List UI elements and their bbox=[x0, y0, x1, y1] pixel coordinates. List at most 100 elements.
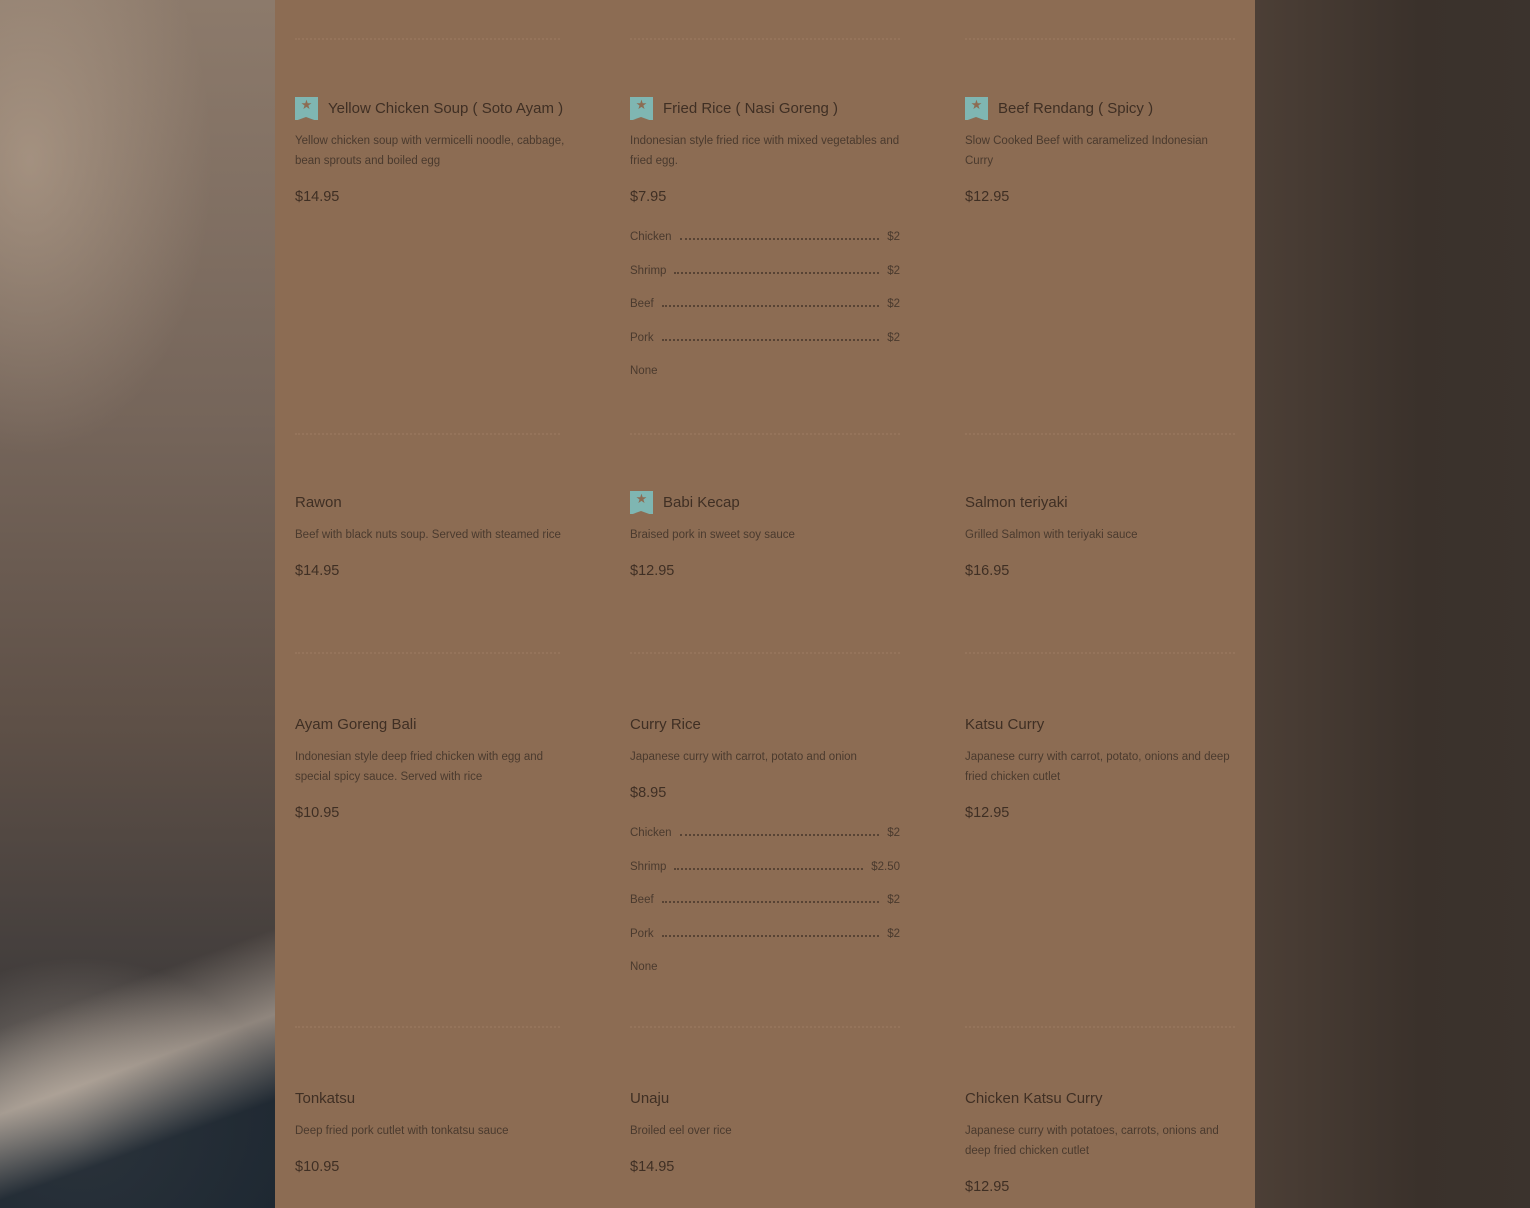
menu-item-name: Beef Rendang ( Spicy ) bbox=[998, 99, 1154, 117]
row-divider bbox=[630, 433, 900, 435]
option-row[interactable]: Chicken $2 bbox=[630, 231, 900, 265]
option-label: Shrimp bbox=[630, 264, 667, 277]
option-price: $2 bbox=[887, 827, 900, 839]
menu-item-header: ★ Fried Rice ( Nasi Goreng ) bbox=[630, 96, 900, 121]
option-leader-dots bbox=[661, 338, 880, 341]
background-left bbox=[0, 0, 275, 1208]
menu-item-name: Salmon teriyaki bbox=[965, 493, 1068, 511]
menu-item[interactable]: ★ Fried Rice ( Nasi Goreng ) Indonesian st… bbox=[630, 96, 900, 399]
option-row[interactable]: Pork $2 bbox=[630, 928, 900, 962]
option-label: None bbox=[630, 365, 658, 377]
option-row[interactable]: None bbox=[630, 961, 900, 995]
menu-item-name: Katsu Curry bbox=[965, 715, 1045, 733]
menu-item-price: $8.95 bbox=[630, 785, 667, 801]
row-divider bbox=[965, 38, 1235, 40]
menu-item-price: $7.95 bbox=[630, 189, 667, 205]
option-row[interactable]: Pork $2 bbox=[630, 332, 900, 366]
menu-item-price: $16.95 bbox=[965, 563, 1010, 579]
menu-item-header: Katsu Curry bbox=[965, 712, 1235, 736]
option-label: Chicken bbox=[630, 231, 672, 243]
option-label: Pork bbox=[630, 331, 654, 344]
row-divider bbox=[630, 38, 900, 40]
menu-item-description: Slow Cooked Beef with caramelized Indone… bbox=[965, 135, 1208, 167]
menu-item[interactable]: Rawon Beef with black nuts soup. Served w… bbox=[295, 490, 565, 580]
row-divider bbox=[630, 1026, 900, 1028]
option-row[interactable]: Shrimp $2 bbox=[630, 265, 900, 299]
option-label: Pork bbox=[630, 927, 654, 940]
menu-item-header: Unaju bbox=[630, 1086, 900, 1110]
featured-star-icon: ★ bbox=[295, 96, 318, 121]
menu-item-description: Indonesian style deep fried chicken with… bbox=[295, 751, 544, 783]
option-leader-dots bbox=[661, 305, 880, 307]
option-label: None bbox=[630, 961, 658, 973]
menu-item-options: Chicken $2 Shrimp $2.50 Beef $2 Pork $2 None bbox=[630, 827, 900, 995]
option-price: $2 bbox=[887, 298, 900, 310]
menu-item-name: Babi Kecap bbox=[663, 493, 740, 511]
menu-item-description: Yellow chicken soup with vermicelli nood… bbox=[295, 135, 565, 167]
menu-item-description: Japanese curry with carrot, potato, onio… bbox=[965, 751, 1230, 783]
option-price: $2 bbox=[887, 264, 900, 277]
menu-item-price: $12.95 bbox=[630, 563, 675, 579]
option-label: Beef bbox=[630, 894, 654, 906]
option-price: $2 bbox=[887, 927, 900, 940]
menu-item[interactable]: ★ Beef Rendang ( Spicy ) Slow Cooked Beef … bbox=[965, 96, 1235, 205]
menu-item-description: Grilled Salmon with teriyaki sauce bbox=[965, 529, 1138, 541]
option-row[interactable]: Beef $2 bbox=[630, 298, 900, 332]
row-divider bbox=[965, 652, 1235, 654]
menu-item-price: $10.95 bbox=[295, 1159, 340, 1175]
menu-item-description: Beef with black nuts soup. Served with s… bbox=[295, 529, 561, 541]
option-label: Chicken bbox=[630, 827, 672, 839]
option-label: Beef bbox=[630, 298, 654, 310]
menu-item-options: Chicken $2 Shrimp $2 Beef $2 Pork $2 None bbox=[630, 231, 900, 399]
option-leader-dots bbox=[661, 934, 880, 937]
menu-item-price: $14.95 bbox=[295, 563, 340, 579]
option-row[interactable]: Shrimp $2.50 bbox=[630, 861, 900, 895]
menu-item-name: Tonkatsu bbox=[295, 1089, 356, 1107]
menu-item-header: ★ Beef Rendang ( Spicy ) bbox=[965, 96, 1235, 121]
menu-item-header: Salmon teriyaki bbox=[965, 490, 1235, 514]
menu-item-description: Japanese curry with carrot, potato and o… bbox=[630, 751, 857, 763]
menu-item[interactable]: Ayam Goreng Bali Indonesian style deep fr… bbox=[295, 712, 565, 822]
option-price: $2 bbox=[887, 231, 900, 243]
menu-item-price: $12.95 bbox=[965, 189, 1010, 205]
option-row[interactable]: Beef $2 bbox=[630, 894, 900, 928]
row-divider bbox=[295, 433, 560, 435]
option-price: $2.50 bbox=[871, 860, 900, 873]
menu-item-price: $10.95 bbox=[295, 805, 340, 821]
menu-item-description: Deep fried pork cutlet with tonkatsu sau… bbox=[295, 1125, 509, 1137]
option-leader-dots bbox=[679, 238, 880, 240]
row-divider bbox=[965, 1026, 1235, 1028]
menu-item-price: $12.95 bbox=[965, 805, 1010, 821]
menu-item-description: Braised pork in sweet soy sauce bbox=[630, 529, 795, 541]
menu-item-description: Indonesian style fried rice with mixed v… bbox=[630, 135, 900, 167]
menu-item[interactable]: Tonkatsu Deep fried pork cutlet with tonk… bbox=[295, 1086, 565, 1176]
menu-item[interactable]: Chicken Katsu Curry Japanese curry with p… bbox=[965, 1086, 1235, 1196]
row-divider bbox=[630, 652, 900, 654]
menu-item-name: Rawon bbox=[295, 493, 342, 511]
menu-item[interactable]: Salmon teriyaki Grilled Salmon with teriy… bbox=[965, 490, 1235, 580]
menu-item-name: Chicken Katsu Curry bbox=[965, 1089, 1103, 1107]
menu-item-header: Chicken Katsu Curry bbox=[965, 1086, 1235, 1110]
option-price: $2 bbox=[887, 894, 900, 906]
menu-item-name: Yellow Chicken Soup ( Soto Ayam ) bbox=[328, 99, 564, 117]
menu-item[interactable]: Katsu Curry Japanese curry with carrot, p… bbox=[965, 712, 1235, 822]
row-divider bbox=[295, 38, 560, 40]
menu-item[interactable]: Curry Rice Japanese curry with carrot, po… bbox=[630, 712, 900, 995]
featured-star-icon: ★ bbox=[965, 96, 988, 121]
menu-item[interactable]: Unaju Broiled eel over rice $14.95 bbox=[630, 1086, 900, 1176]
featured-star-icon: ★ bbox=[630, 490, 653, 515]
option-row[interactable]: None bbox=[630, 365, 900, 399]
menu-item[interactable]: ★ Yellow Chicken Soup ( Soto Ayam ) Yellow… bbox=[295, 96, 565, 205]
row-divider bbox=[295, 652, 560, 654]
option-row[interactable]: Chicken $2 bbox=[630, 827, 900, 861]
option-leader-dots bbox=[661, 901, 880, 903]
menu-item[interactable]: ★ Babi Kecap Braised pork in sweet soy sau… bbox=[630, 490, 900, 579]
menu-item-name: Ayam Goreng Bali bbox=[295, 715, 417, 733]
menu-item-price: $12.95 bbox=[965, 1179, 1010, 1195]
option-price: $2 bbox=[887, 331, 900, 344]
menu-item-description: Broiled eel over rice bbox=[630, 1125, 732, 1137]
menu-item-header: Curry Rice bbox=[630, 712, 900, 736]
menu-item-name: Curry Rice bbox=[630, 715, 701, 733]
menu-item-header: ★ Babi Kecap bbox=[630, 490, 900, 515]
menu-item-price: $14.95 bbox=[295, 189, 340, 205]
